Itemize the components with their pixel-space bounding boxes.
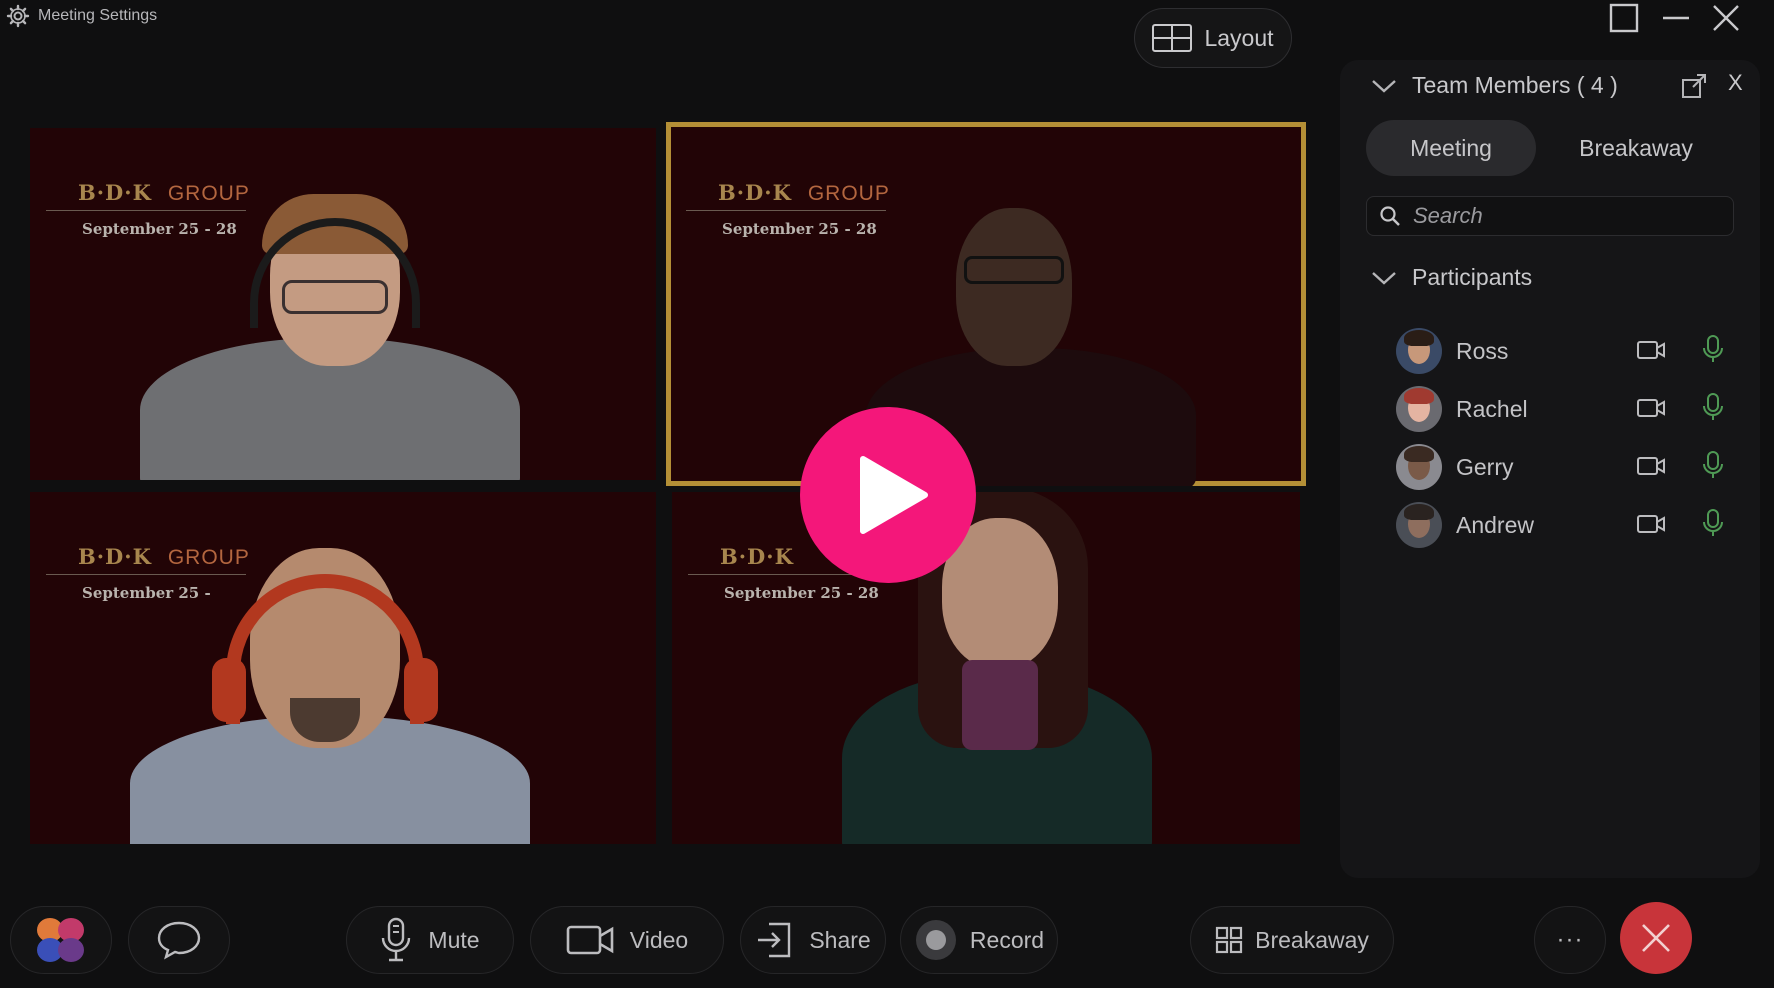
microphone-icon[interactable] [1702,334,1724,364]
video-label: Video [629,926,689,953]
close-panel-button[interactable]: X [1728,70,1743,96]
search-input[interactable] [1413,203,1713,229]
participant-name: Gerry [1456,453,1514,480]
breakaway-label: Breakaway [1255,926,1369,953]
meeting-settings-label: Meeting Settings [38,7,158,24]
breakaway-grid-icon [1216,926,1243,954]
camera-icon [566,925,614,955]
search-box [1366,196,1734,236]
participant-row-gerry[interactable]: Gerry [1396,438,1736,496]
chevron-down-icon [1372,79,1396,93]
avatar [1396,328,1442,374]
video-tile-1[interactable]: B·D·K GROUP September 25 - 28 [30,128,656,480]
chat-button[interactable] [128,906,230,974]
participant-row-ross[interactable]: Ross [1396,322,1736,380]
avatar [1396,502,1442,548]
play-icon [860,456,928,534]
video-tile-3[interactable]: B·D·K GROUP September 25 - [30,492,656,844]
share-label: Share [809,926,871,953]
record-label: Record [969,926,1045,953]
meeting-settings-button[interactable]: Meeting Settings [6,4,157,28]
microphone-icon[interactable] [1702,392,1724,422]
panel-tabs: Meeting Breakaway [1366,120,1736,176]
camera-icon[interactable] [1636,512,1666,536]
camera-icon[interactable] [1636,338,1666,362]
close-icon [1713,5,1739,31]
app-logo-icon [37,918,84,962]
tab-meeting[interactable]: Meeting [1366,120,1536,176]
video-tile-2-active-speaker[interactable]: B·D·K GROUP September 25 - 28 [666,122,1306,486]
layout-button[interactable]: Layout [1134,8,1292,68]
participant-video [100,548,580,844]
participant-name: Ross [1456,337,1509,364]
record-icon [915,920,956,960]
camera-icon[interactable] [1636,396,1666,420]
minimize-icon [1663,16,1689,20]
participants-section-header[interactable]: Participants [1370,264,1532,291]
brand-logo-text: B·D·K [720,544,794,569]
participant-row-rachel[interactable]: Rachel [1396,380,1736,438]
camera-icon[interactable] [1636,454,1666,478]
record-button[interactable]: Record [900,906,1058,974]
minimize-button[interactable] [1658,2,1694,34]
panel-header[interactable]: Team Members ( 4 ) [1370,72,1618,99]
team-members-panel: Team Members ( 4 ) X Meeting Breakaway P… [1340,60,1760,878]
gear-icon [6,4,30,28]
chevron-down-icon [1372,271,1396,285]
video-button[interactable]: Video [530,906,724,974]
avatar [1396,386,1442,432]
tab-breakaway[interactable]: Breakaway [1536,120,1736,176]
grid-layout-icon [1152,24,1193,52]
participant-row-andrew[interactable]: Andrew [1396,496,1736,554]
participants-label: Participants [1412,264,1533,290]
microphone-icon[interactable] [1702,450,1724,480]
participant-name: Andrew [1456,511,1534,538]
participant-list: Ross Rachel Gerry Andrew [1396,322,1736,554]
panel-title: Team Members ( 4 ) [1412,72,1618,98]
end-call-button[interactable] [1620,902,1692,974]
share-icon [758,922,791,958]
end-call-icon [1642,924,1670,952]
video-tile-4[interactable]: B·D·K September 25 - 28 [672,492,1300,844]
participant-name: Rachel [1456,395,1528,422]
app-logo-button[interactable] [10,906,112,974]
mute-label: Mute [428,926,480,953]
mute-button[interactable]: Mute [346,906,514,974]
maximize-icon [1609,3,1639,33]
more-options-button[interactable]: ··· [1534,906,1606,974]
maximize-button[interactable] [1606,2,1642,34]
chat-bubble-icon [157,921,201,960]
microphone-icon[interactable] [1702,508,1724,538]
meeting-toolbar: Mute Video Share Record Breakaway ··· [0,890,1774,988]
participant-video [110,194,590,480]
avatar [1396,444,1442,490]
brand-group-text: GROUP [807,182,890,205]
popout-icon[interactable] [1680,72,1708,100]
close-window-button[interactable] [1708,2,1744,34]
microphone-icon [382,917,411,962]
layout-label: Layout [1204,24,1274,51]
play-button[interactable] [800,407,976,583]
share-button[interactable]: Share [740,906,886,974]
breakaway-button[interactable]: Breakaway [1190,906,1394,974]
title-bar: Meeting Settings Layout [0,0,1774,68]
brand-logo-text: B·D·K [718,180,792,205]
search-icon [1380,206,1400,226]
